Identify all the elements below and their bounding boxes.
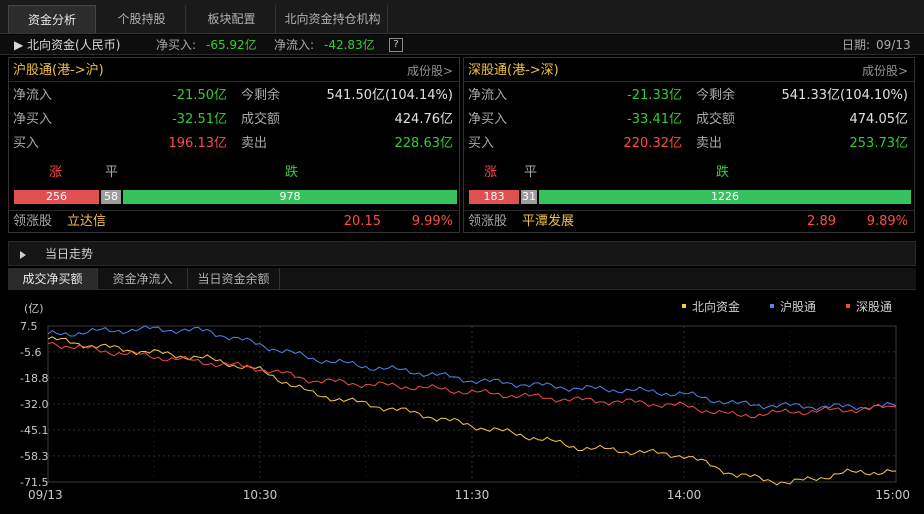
sgt-title: 深股通(港->深) — [468, 63, 559, 78]
sgt-leader-label: 领涨股 — [468, 214, 508, 229]
hgt-down-bar: 978 — [123, 190, 457, 204]
sgt-remaining: 541.33亿(104.10%) — [781, 88, 908, 103]
subtab-net-inflow[interactable]: 资金净流入 — [98, 268, 188, 290]
sgt-sell: 253.73亿 — [849, 136, 909, 151]
x-tick-label: 10:30 — [243, 488, 278, 502]
hgt-buy-label: 买入 — [13, 136, 40, 151]
sgt-up-label: 涨 — [484, 165, 498, 180]
legend-swatch — [682, 304, 686, 308]
x-tick-label: 09/13 — [28, 488, 63, 502]
x-tick-label: 11:30 — [455, 488, 490, 502]
northbound-summary: ▶ 北向资金(人民币) 净买入: -65.92亿 净流入: -42.83亿 ? … — [0, 35, 924, 55]
hgt-flat-bar: 58 — [101, 190, 121, 204]
expand-arrow-icon[interactable] — [18, 250, 28, 260]
hgt-leader-pct: 9.99% — [411, 214, 453, 229]
hgt-remaining-label: 今剩余 — [241, 88, 281, 103]
sgt-sell-label: 卖出 — [696, 136, 723, 151]
y-tick-label: 7.5 — [20, 320, 38, 333]
sgt-buy-label: 买入 — [468, 136, 495, 151]
subtab-fund-balance[interactable]: 当日资金余额 — [188, 268, 280, 290]
legend-label: 沪股通 — [780, 300, 816, 314]
hgt-down-label: 跌 — [285, 165, 299, 180]
legend-label: 北向资金 — [692, 299, 740, 314]
subtab-net-buy[interactable]: 成交净买额 — [8, 268, 98, 290]
sgt-down-label: 跌 — [716, 165, 730, 180]
sgt-leader-name[interactable]: 平潭发展 — [522, 211, 574, 233]
net-inflow-value: -42.83亿 — [324, 38, 375, 52]
hgt-net-buy-label: 净买入 — [13, 112, 53, 127]
trend-chart: 7.5-5.6-18.8-32.0-45.1-58.3-71.5(亿)09/13… — [20, 299, 910, 502]
y-tick-label: -5.6 — [20, 346, 41, 359]
hgt-remaining: 541.50亿(104.14%) — [326, 88, 453, 103]
hgt-net-inflow-label: 净流入 — [13, 88, 53, 103]
sgt-constituents-link[interactable]: 成份股> — [862, 60, 908, 82]
hgt-constituents-link[interactable]: 成份股> — [407, 60, 453, 82]
hgt-turnover: 424.76亿 — [394, 112, 454, 127]
sgt-flat-bar: 31 — [521, 190, 537, 204]
hgt-buy: 196.13亿 — [168, 136, 228, 151]
hgt-title: 沪股通(港->沪) — [13, 63, 104, 78]
sgt-panel: 深股通(港->深) 成份股> 净流入 -21.33亿 今剩余 541.33亿(1… — [463, 57, 915, 233]
date-label: 日期: — [842, 38, 871, 52]
legend-swatch — [770, 304, 774, 308]
sgt-remaining-label: 今剩余 — [696, 88, 736, 103]
y-tick-label: -58.3 — [20, 450, 48, 463]
sgt-down-bar: 1226 — [539, 190, 911, 204]
net-buy-label: 净买入: — [156, 38, 197, 52]
hgt-sell-label: 卖出 — [241, 136, 268, 151]
legend-label: 深股通 — [856, 300, 892, 314]
sgt-leader-price: 2.89 — [807, 214, 836, 229]
sgt-net-buy: -33.41亿 — [627, 112, 682, 127]
sgt-buy: 220.32亿 — [623, 136, 683, 151]
sgt-up-bar: 183 — [469, 190, 519, 204]
sgt-net-inflow: -21.33亿 — [627, 88, 682, 103]
trend-header[interactable]: 当日走势 — [8, 241, 916, 266]
trend-title: 当日走势 — [45, 247, 94, 261]
hgt-panel: 沪股通(港->沪) 成份股> 净流入 -21.50亿 今剩余 541.50亿(1… — [8, 57, 460, 233]
trend-subtabs: 成交净买额 资金净流入 当日资金余额 — [8, 268, 916, 290]
hgt-leader-price: 20.15 — [343, 214, 381, 229]
tab-sector-allocation[interactable]: 板块配置 — [188, 5, 276, 33]
date-value: 09/13 — [876, 38, 911, 52]
tab-northbound-institutions[interactable]: 北向资金持仓机构 — [278, 5, 388, 33]
top-tab-bar: 资金分析 个股持股 板块配置 北向资金持仓机构 — [0, 0, 924, 34]
net-buy-value: -65.92亿 — [206, 38, 257, 52]
legend-swatch — [846, 304, 850, 308]
sgt-flat-label: 平 — [524, 165, 538, 180]
hgt-leader-label: 领涨股 — [13, 214, 53, 229]
x-tick-label: 14:00 — [667, 488, 702, 502]
tab-fund-analysis[interactable]: 资金分析 — [8, 5, 96, 33]
sgt-turnover: 474.05亿 — [849, 112, 909, 127]
hgt-flat-label: 平 — [105, 165, 119, 180]
y-axis-label: (亿) — [24, 302, 44, 315]
hgt-net-buy: -32.51亿 — [172, 112, 227, 127]
hgt-turnover-label: 成交额 — [241, 112, 281, 127]
x-tick-label: 15:00 — [875, 488, 910, 502]
y-tick-label: -32.0 — [20, 398, 48, 411]
help-icon[interactable]: ? — [389, 38, 403, 52]
hgt-leader-name[interactable]: 立达信 — [67, 211, 106, 233]
sgt-net-buy-label: 净买入 — [468, 112, 508, 127]
y-tick-label: -18.8 — [20, 372, 48, 385]
hgt-up-bar: 256 — [14, 190, 99, 204]
hgt-up-label: 涨 — [49, 165, 63, 180]
net-inflow-label: 净流入: — [274, 38, 315, 52]
hgt-net-inflow: -21.50亿 — [172, 88, 227, 103]
y-tick-label: -45.1 — [20, 424, 48, 437]
northbound-title[interactable]: ▶ 北向资金(人民币) — [14, 35, 120, 55]
tab-stock-holdings[interactable]: 个股持股 — [98, 5, 186, 33]
sgt-net-inflow-label: 净流入 — [468, 88, 508, 103]
sgt-turnover-label: 成交额 — [696, 112, 736, 127]
hgt-sell: 228.63亿 — [394, 136, 454, 151]
sgt-leader-pct: 9.89% — [866, 214, 908, 229]
